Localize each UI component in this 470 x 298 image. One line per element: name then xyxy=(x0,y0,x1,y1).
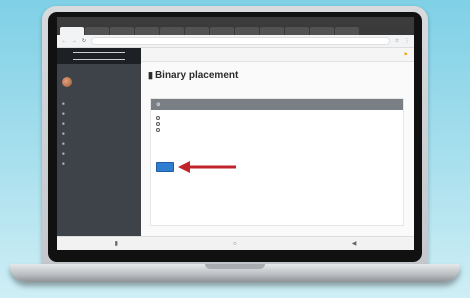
browser-tab[interactable] xyxy=(285,27,309,35)
page-title: Binary placement xyxy=(154,70,239,81)
answer-option[interactable] xyxy=(156,122,398,126)
user-row[interactable] xyxy=(62,77,136,87)
page-title-row: ▮ Binary placement xyxy=(141,62,414,81)
radio-button[interactable] xyxy=(156,116,160,120)
sidebar: ■ ■ ■ ■ ■ ■ ■ xyxy=(57,48,141,236)
browser-tab[interactable] xyxy=(135,27,159,35)
bullet-icon: ■ xyxy=(62,121,65,126)
browser-tab[interactable] xyxy=(310,27,334,35)
pointer-arrow-icon xyxy=(178,161,236,173)
browser-tab[interactable] xyxy=(60,27,84,35)
radio-button[interactable] xyxy=(156,122,160,126)
sidebar-item[interactable]: ■ xyxy=(57,106,141,116)
back-icon[interactable]: ← xyxy=(61,38,67,44)
sidebar-user xyxy=(57,72,141,90)
tablet-screen: ← → ↻ ☆ ⋮ ■ ■ ■ ■ ■ ■ ■ ⚑ ▮ Binary place… xyxy=(57,17,414,250)
sidebar-item[interactable]: ■ xyxy=(57,156,141,166)
sidebar-top-link[interactable] xyxy=(57,64,141,72)
avatar[interactable] xyxy=(62,77,72,87)
browser-tab[interactable] xyxy=(335,27,359,35)
browser-tab[interactable] xyxy=(110,27,134,35)
radio-button[interactable] xyxy=(156,128,160,132)
top-nav: ⚑ xyxy=(141,48,414,62)
sidebar-item[interactable]: ■ xyxy=(57,116,141,126)
laptop-notch xyxy=(205,264,265,269)
bullet-icon: ■ xyxy=(62,161,65,166)
browser-tab[interactable] xyxy=(260,27,284,35)
site-logo[interactable] xyxy=(57,48,141,64)
page-icon: ▮ xyxy=(148,70,153,80)
bullet-icon: ■ xyxy=(62,131,65,136)
android-nav-bar: ▮ ○ ◀ xyxy=(57,236,414,250)
answer-option[interactable] xyxy=(156,116,398,120)
browser-toolbar: ← → ↻ ☆ ⋮ xyxy=(57,35,414,48)
browser-tab[interactable] xyxy=(235,27,259,35)
browser-tab[interactable] xyxy=(160,27,184,35)
bullet-icon: ■ xyxy=(62,151,65,156)
bullet-icon: ■ xyxy=(62,111,65,116)
address-bar[interactable] xyxy=(91,37,390,45)
forward-icon[interactable]: → xyxy=(71,38,77,44)
notification-icon[interactable]: ⚑ xyxy=(404,52,408,58)
sidebar-item[interactable]: ■ xyxy=(57,126,141,136)
sidebar-item[interactable]: ■ xyxy=(57,96,141,106)
moodle-page: ■ ■ ■ ■ ■ ■ ■ ⚑ ▮ Binary placement ⚙ xyxy=(57,48,414,236)
browser-tab[interactable] xyxy=(185,27,209,35)
status-bar xyxy=(57,17,414,25)
sidebar-item[interactable]: ■ xyxy=(57,146,141,156)
bullet-icon: ■ xyxy=(62,101,65,106)
back-nav-icon[interactable]: ◀ xyxy=(352,240,357,247)
menu-icon[interactable]: ⋮ xyxy=(404,38,410,44)
home-icon[interactable]: ○ xyxy=(233,241,237,247)
save-button[interactable] xyxy=(156,162,174,172)
brand-text xyxy=(73,52,125,60)
answer-option[interactable] xyxy=(156,128,398,132)
reload-icon[interactable]: ↻ xyxy=(81,38,87,44)
browser-tab-strip xyxy=(57,25,414,35)
question-header: ⚙ xyxy=(151,99,403,110)
question-panel: ⚙ xyxy=(150,98,404,226)
browser-tab[interactable] xyxy=(210,27,234,35)
browser-tab[interactable] xyxy=(85,27,109,35)
answer-options xyxy=(151,110,403,140)
star-icon[interactable]: ☆ xyxy=(394,38,400,44)
laptop-frame: ← → ↻ ☆ ⋮ ■ ■ ■ ■ ■ ■ ■ ⚑ ▮ Binary place… xyxy=(0,0,470,298)
gear-icon: ⚙ xyxy=(156,102,161,108)
bullet-icon: ■ xyxy=(62,141,65,146)
sidebar-item[interactable]: ■ xyxy=(57,136,141,146)
recents-icon[interactable]: ▮ xyxy=(115,240,118,247)
main-content: ⚑ ▮ Binary placement ⚙ xyxy=(141,48,414,236)
